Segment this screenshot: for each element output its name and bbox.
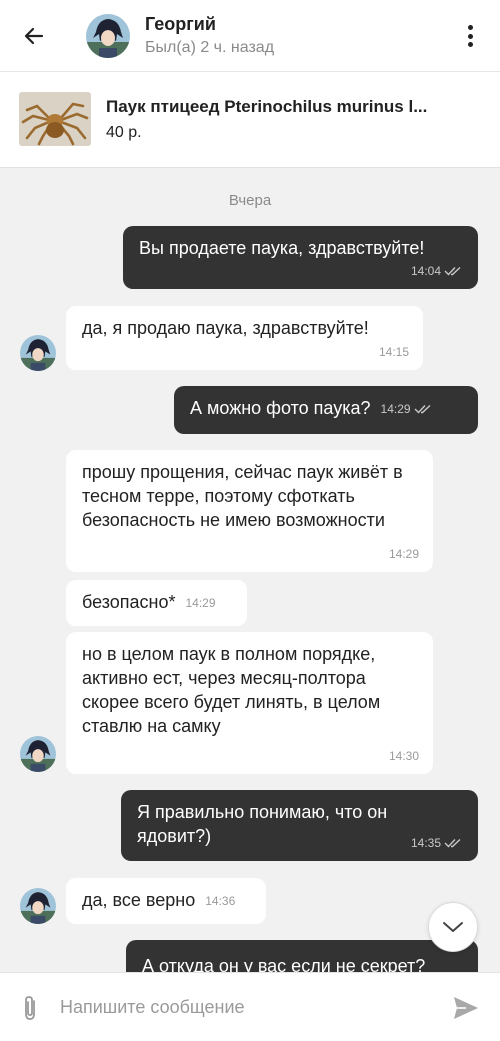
avatar[interactable] xyxy=(20,888,56,924)
incoming-message[interactable]: безопасно* 14:29 xyxy=(66,580,247,626)
product-card[interactable]: Паук птицеед Pterinochilus murinus l... … xyxy=(0,72,500,168)
avatar[interactable] xyxy=(20,736,56,772)
message-text: Я правильно понимаю, что он ядовит?) xyxy=(137,802,388,846)
message-input[interactable] xyxy=(60,991,430,1023)
double-check-icon xyxy=(414,405,431,414)
message-meta: 14:35 xyxy=(411,831,464,855)
outgoing-message[interactable]: Вы продаете паука, здравствуйте! 14:04 xyxy=(123,226,478,289)
message-meta: 14:29 xyxy=(381,397,434,421)
message-time: 14:15 xyxy=(378,345,409,359)
back-button[interactable] xyxy=(18,20,50,52)
product-title[interactable]: Паук птицеед Pterinochilus murinus l... xyxy=(106,97,486,117)
avatar[interactable] xyxy=(20,335,56,371)
send-icon xyxy=(454,997,478,1019)
date-separator: Вчера xyxy=(228,192,272,209)
contact-name[interactable]: Георгий xyxy=(145,14,216,35)
paperclip-icon xyxy=(25,996,35,1020)
message-list[interactable]: Вчера Вы продаете паука, здравствуйте! 1… xyxy=(0,168,500,972)
incoming-message[interactable]: да, я продаю паука, здравствуйте! 14:15 xyxy=(66,306,423,370)
send-button[interactable] xyxy=(450,993,482,1023)
incoming-message[interactable]: прошу прощения, сейчас паук живёт в тесн… xyxy=(66,450,433,572)
product-thumbnail xyxy=(19,92,91,146)
message-meta: 14:04 xyxy=(411,259,464,283)
message-text: да, все верно 14:36 xyxy=(82,888,250,913)
message-text: А откуда он у вас если не секрет? xyxy=(142,956,426,972)
message-meta: 14:29 xyxy=(186,591,216,615)
message-time: 14:29 xyxy=(380,402,411,417)
arrow-left-icon xyxy=(24,27,44,45)
message-meta: 14:30 xyxy=(389,744,419,768)
message-time: 14:04 xyxy=(410,264,441,278)
last-seen-status: Был(а) 2 ч. назад xyxy=(145,39,275,56)
message-meta: 14:15 xyxy=(379,340,409,364)
incoming-message[interactable]: да, все верно 14:36 xyxy=(66,878,266,924)
message-time: 14:29 xyxy=(185,596,216,611)
message-text: прошу прощения, сейчас паук живёт в тесн… xyxy=(82,462,403,530)
message-text: но в целом паук в полном порядке, активн… xyxy=(82,644,381,736)
message-meta: 14:36 xyxy=(205,889,235,913)
double-check-icon xyxy=(444,838,461,848)
message-time: 14:29 xyxy=(388,547,419,561)
message-text: Вы продаете паука, здравствуйте! xyxy=(139,238,425,258)
message-composer xyxy=(0,972,500,1041)
message-text: А можно фото паука? 14:29 xyxy=(190,396,462,421)
incoming-message[interactable]: но в целом паук в полном порядке, активн… xyxy=(66,632,433,774)
message-text: безопасно* 14:29 xyxy=(82,590,231,615)
product-price: 40 р. xyxy=(106,124,142,141)
more-options-button[interactable] xyxy=(458,22,482,50)
avatar[interactable] xyxy=(86,14,130,58)
outgoing-message[interactable]: А откуда он у вас если не секрет? xyxy=(126,940,478,972)
more-vertical-icon xyxy=(467,25,473,30)
message-time: 14:30 xyxy=(388,749,419,763)
message-meta: 14:29 xyxy=(389,542,419,566)
attach-button[interactable] xyxy=(16,993,44,1023)
outgoing-message[interactable]: Я правильно понимаю, что он ядовит?) 14:… xyxy=(121,790,478,861)
message-time: 14:35 xyxy=(410,836,441,850)
chevron-down-icon xyxy=(443,922,463,932)
outgoing-message[interactable]: А можно фото паука? 14:29 xyxy=(174,386,478,434)
message-time: 14:36 xyxy=(205,894,236,909)
message-text: да, я продаю паука, здравствуйте! xyxy=(82,318,369,338)
double-check-icon xyxy=(444,266,461,276)
chat-header: Георгий Был(а) 2 ч. назад xyxy=(0,0,500,72)
scroll-to-bottom-button[interactable] xyxy=(428,902,478,952)
